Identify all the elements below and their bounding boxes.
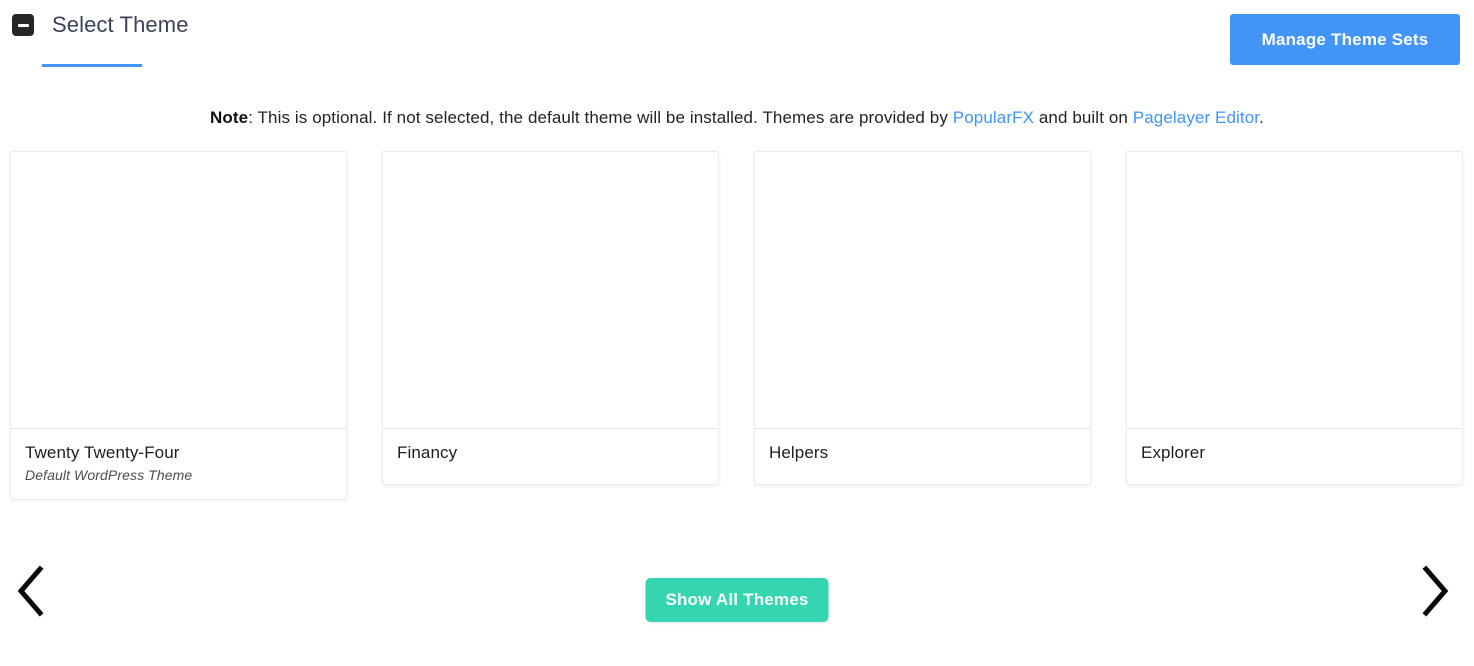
theme-card[interactable]: Financy — [382, 151, 719, 485]
theme-name: Helpers — [769, 443, 829, 462]
theme-card[interactable]: Helpers — [754, 151, 1091, 485]
theme-thumbnail — [11, 152, 346, 429]
theme-thumbnail — [755, 152, 1090, 429]
header-left-group: Select Theme — [12, 12, 189, 38]
note-text-part-2: and built on — [1034, 108, 1133, 127]
theme-name: Twenty Twenty-Four — [25, 443, 180, 462]
note-bold-prefix: Note — [210, 108, 249, 127]
title-underline-accent — [42, 64, 142, 67]
note-text-part-3: . — [1259, 108, 1264, 127]
note-text-part-1: : This is optional. If not selected, the… — [248, 108, 953, 127]
minus-square-icon[interactable] — [12, 14, 34, 36]
select-theme-page: Select Theme Manage Theme Sets Note: Thi… — [0, 0, 1474, 666]
theme-meta: Helpers — [755, 429, 1090, 484]
page-title: Select Theme — [52, 12, 189, 37]
theme-subtitle: Default WordPress Theme — [25, 467, 193, 484]
theme-meta: Explorer — [1127, 429, 1462, 484]
theme-thumbnail — [1127, 152, 1462, 429]
note-text: Note: This is optional. If not selected,… — [0, 108, 1474, 128]
minus-bar — [17, 23, 29, 27]
manage-theme-sets-button[interactable]: Manage Theme Sets — [1230, 14, 1460, 65]
theme-card[interactable]: Explorer — [1126, 151, 1463, 485]
theme-meta: Twenty Twenty-Four Default WordPress The… — [11, 429, 346, 499]
theme-thumbnail — [383, 152, 718, 429]
theme-cards-row: Twenty Twenty-Four Default WordPress The… — [10, 151, 1464, 500]
chevron-right-icon[interactable] — [1406, 560, 1466, 622]
theme-meta: Financy — [383, 429, 718, 484]
pagelayer-editor-link[interactable]: Pagelayer Editor — [1133, 108, 1259, 127]
theme-name: Financy — [397, 443, 458, 462]
theme-card[interactable]: Twenty Twenty-Four Default WordPress The… — [10, 151, 347, 500]
page-header: Select Theme Manage Theme Sets — [0, 0, 1474, 72]
chevron-left-icon[interactable] — [0, 560, 60, 622]
popularfx-link[interactable]: PopularFX — [953, 108, 1034, 127]
theme-name: Explorer — [1141, 443, 1206, 462]
show-all-themes-button[interactable]: Show All Themes — [645, 578, 829, 622]
